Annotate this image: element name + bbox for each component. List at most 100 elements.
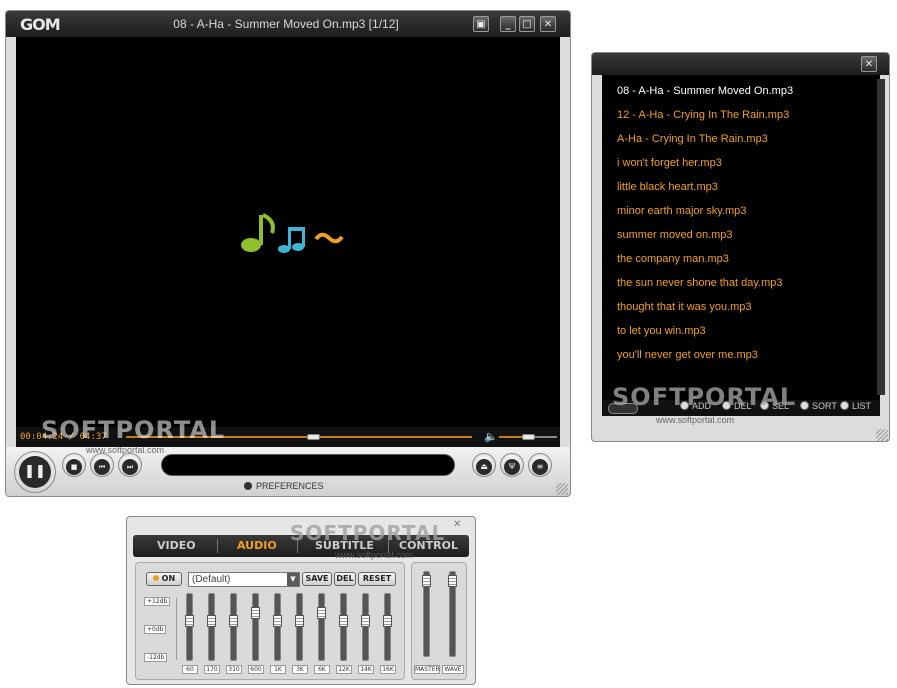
playlist-item[interactable]: A-Ha - Crying In The Rain.mp3 (617, 133, 768, 145)
playlist-item[interactable]: the company man.mp3 (617, 253, 729, 265)
eq-band-track[interactable] (318, 593, 325, 661)
softportal-watermark: SOFTPORTAL (612, 383, 797, 411)
music-notes-icon (241, 213, 344, 253)
eq-save-button[interactable]: SAVE (302, 572, 332, 586)
control-panel-button[interactable]: Ψ (500, 453, 524, 477)
panel-close-icon[interactable]: ✕ (453, 519, 461, 530)
eq-band-track[interactable] (252, 593, 259, 661)
db-label-bottom: -12db (144, 653, 168, 662)
open-file-button[interactable]: ⏏ (472, 453, 496, 477)
eq-band-track[interactable] (362, 593, 369, 661)
video-area[interactable] (16, 37, 560, 427)
maximize-button[interactable]: □ (519, 16, 535, 32)
eq-band-track[interactable] (230, 593, 237, 661)
eq-band-slider[interactable] (251, 607, 260, 619)
preferences-icon (244, 482, 252, 490)
eq-band-track[interactable] (274, 593, 281, 661)
eq-band-slider[interactable] (207, 615, 216, 627)
stop-icon: ■ (66, 459, 82, 475)
eq-band-label: 310 (226, 665, 242, 674)
playlist-button[interactable]: ≡ (528, 453, 552, 477)
eq-band-slider[interactable] (229, 615, 238, 627)
playlist-window: ✕ 08 - A-Ha - Summer Moved On.mp3 12 - A-… (591, 52, 890, 442)
eq-band-label: 60 (182, 665, 198, 674)
eq-band-track[interactable] (340, 593, 347, 661)
wave-slider[interactable] (448, 575, 457, 587)
eq-del-button[interactable]: DEL (334, 572, 356, 586)
pause-button[interactable]: ❚❚ (14, 451, 56, 493)
eq-band-track[interactable] (186, 593, 193, 661)
master-label: MASTER (414, 665, 440, 674)
tab-video[interactable]: VIDEO (157, 539, 196, 552)
playlist-item[interactable]: 08 - A-Ha - Summer Moved On.mp3 (617, 85, 793, 97)
playlist-item[interactable]: the sun never shone that day.mp3 (617, 277, 783, 289)
eq-band-slider[interactable] (273, 615, 282, 627)
radio-icon (800, 401, 809, 410)
eq-preset-select[interactable]: (Default) ▼ (188, 572, 300, 587)
fullscreen-icon: ▣ (476, 19, 486, 30)
gom-logo: GOM (20, 15, 61, 34)
playlist-item[interactable]: thought that it was you.mp3 (617, 301, 752, 313)
eq-band-track[interactable] (296, 593, 303, 661)
preferences-button[interactable]: PREFERENCES (244, 481, 324, 491)
playlist-item[interactable]: minor earth major sky.mp3 (617, 205, 746, 217)
softportal-url: www.softportal.com (656, 415, 735, 425)
playlist-icon: ≡ (532, 459, 548, 475)
volume-slider[interactable] (522, 434, 535, 440)
eq-band-track[interactable] (384, 593, 391, 661)
control-panel-window: ✕ VIDEO AUDIO SUBTITLE CONTROL ON (Defau… (126, 516, 476, 685)
eq-band-label: 16K (380, 665, 396, 674)
eq-band-slider[interactable] (295, 615, 304, 627)
equalizer-box: ON (Default) ▼ SAVE DEL RESET +12db +0db… (135, 562, 405, 680)
playlist-list[interactable]: 08 - A-Ha - Summer Moved On.mp3 12 - A-Ha… (602, 75, 885, 400)
previous-icon: ⏮ (94, 459, 110, 475)
eq-band-label: 14K (358, 665, 374, 674)
eq-band-label: 600 (248, 665, 264, 674)
eq-band-slider[interactable] (185, 615, 194, 627)
eq-band-slider[interactable] (361, 615, 370, 627)
eject-icon: ⏏ (476, 459, 492, 475)
master-slider[interactable] (422, 575, 431, 587)
eq-band-slider[interactable] (339, 615, 348, 627)
player-window: GOM 08 - A-Ha - Summer Moved On.mp3 [1/1… (5, 10, 571, 497)
tab-divider (217, 539, 218, 553)
playlist-item[interactable]: little black heart.mp3 (617, 181, 718, 193)
chevron-down-icon: ▼ (287, 573, 299, 586)
playlist-list-option[interactable]: LIST (840, 401, 871, 411)
player-titlebar[interactable]: GOM 08 - A-Ha - Summer Moved On.mp3 [1/1… (6, 11, 570, 37)
playlist-item[interactable]: i won't forget her.mp3 (617, 157, 722, 169)
playlist-item[interactable]: you'll never get over me.mp3 (617, 349, 758, 361)
info-display (161, 454, 455, 476)
eq-band-track[interactable] (208, 593, 215, 661)
resize-grip[interactable] (876, 429, 888, 441)
eq-band-slider[interactable] (317, 607, 326, 619)
minimize-icon: _ (505, 19, 511, 30)
playlist-item[interactable]: 12 - A-Ha - Crying In The Rain.mp3 (617, 109, 789, 121)
close-button[interactable]: ✕ (540, 16, 556, 32)
next-button[interactable]: ⏭ (118, 453, 142, 477)
playlist-sort-option[interactable]: SORT (800, 401, 837, 411)
close-icon: ✕ (543, 19, 553, 30)
minimize-button[interactable]: _ (500, 16, 516, 32)
playlist-titlebar[interactable]: ✕ (592, 53, 889, 75)
playlist-scrollbar[interactable] (877, 79, 885, 395)
eq-on-toggle[interactable]: ON (146, 572, 182, 586)
playlist-close-button[interactable]: ✕ (861, 56, 877, 72)
playlist-item[interactable]: summer moved on.mp3 (617, 229, 733, 241)
eq-band-label: 170 (204, 665, 220, 674)
tab-audio[interactable]: AUDIO (237, 539, 277, 552)
maximize-icon: □ (522, 19, 532, 30)
previous-button[interactable]: ⏮ (90, 453, 114, 477)
eq-band-slider[interactable] (383, 615, 392, 627)
stop-button[interactable]: ■ (62, 453, 86, 477)
preferences-label: PREFERENCES (256, 481, 324, 491)
speaker-icon[interactable]: 🔈 (484, 430, 498, 443)
fullscreen-button[interactable]: ▣ (473, 16, 489, 32)
seek-slider[interactable] (306, 434, 320, 440)
playlist-item[interactable]: to let you win.mp3 (617, 325, 706, 337)
eq-reset-button[interactable]: RESET (358, 572, 396, 586)
db-scale-line (176, 598, 177, 660)
resize-grip[interactable] (556, 483, 568, 495)
wave-label: WAVE (442, 665, 464, 674)
eq-band-label: 12K (336, 665, 352, 674)
